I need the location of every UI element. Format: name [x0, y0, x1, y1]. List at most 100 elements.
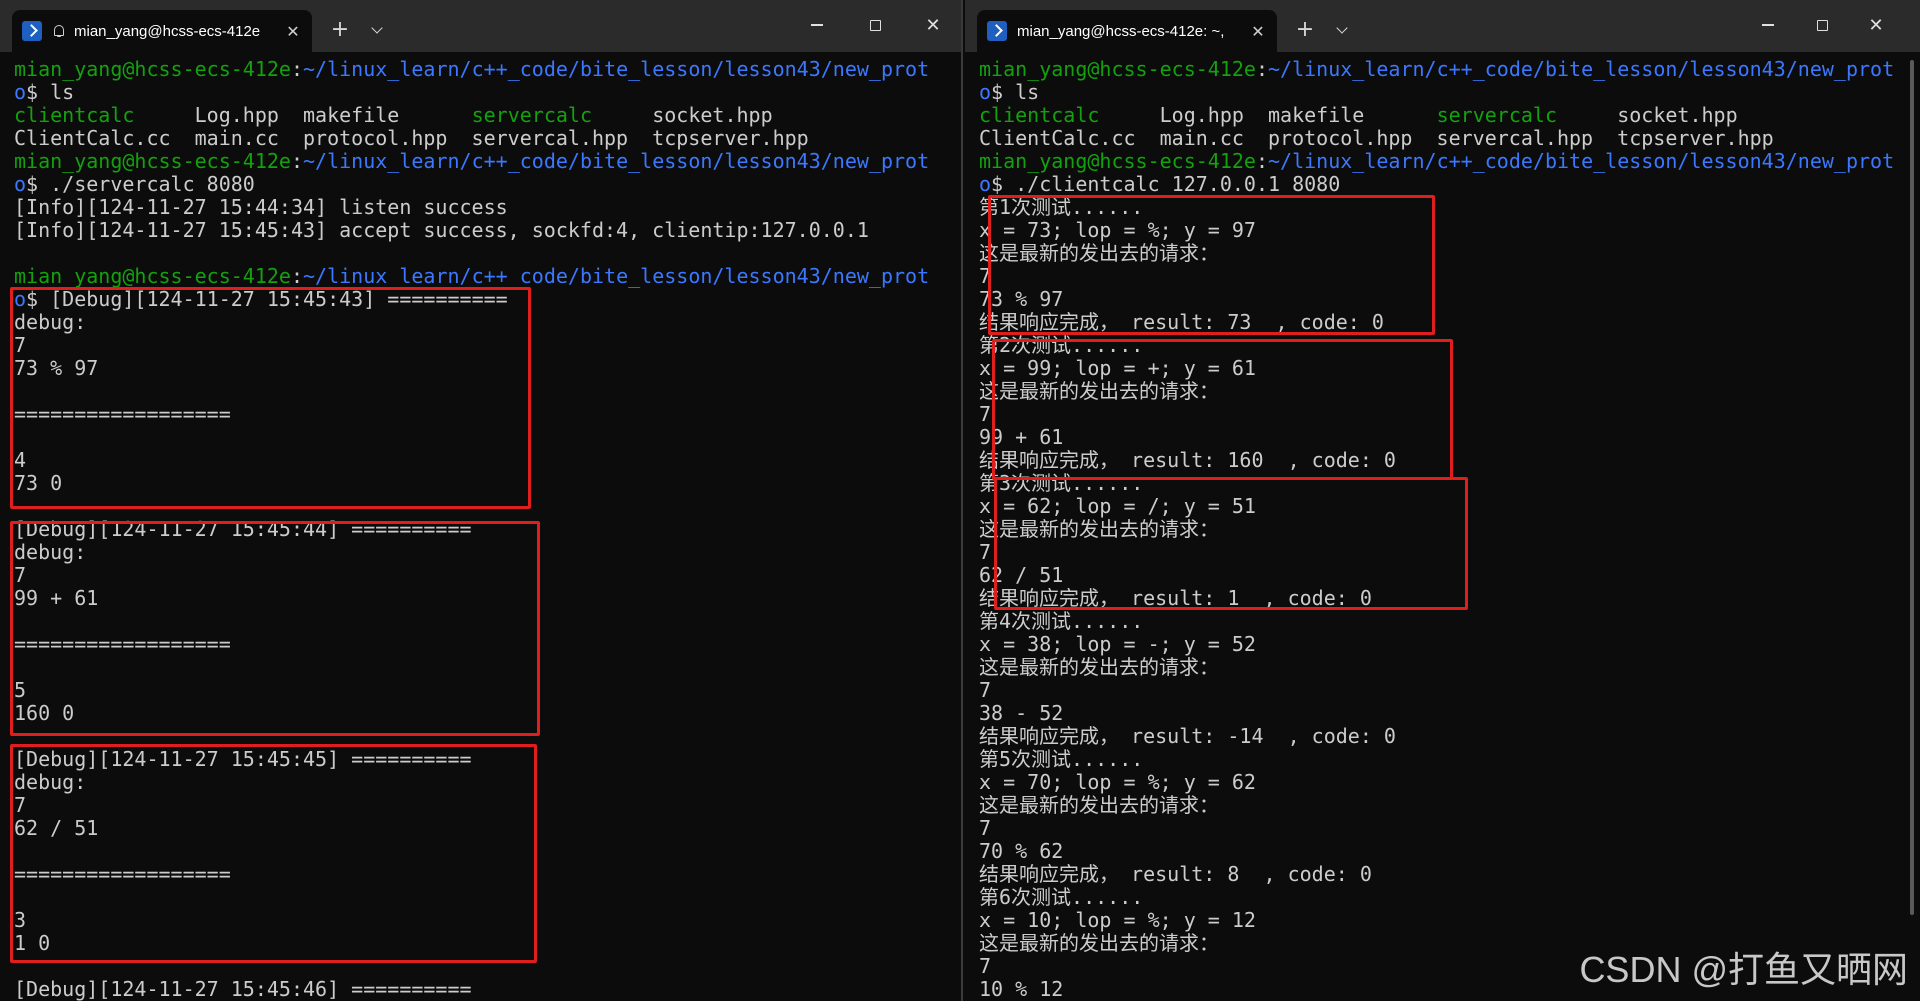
- terminal-text: 7: [979, 678, 992, 702]
- right-terminal-window: mian_yang@hcss-ecs-412e: ~, ✕ + ✕ mian_y…: [965, 0, 1920, 1001]
- bell-icon: [52, 24, 66, 38]
- terminal-line: 73 0: [14, 472, 929, 495]
- terminal-text: 7: [979, 264, 992, 288]
- terminal-line: 结果响应完成， result: 73 , code: 0: [979, 311, 1894, 334]
- terminal-text: 结果响应完成， result: 1 , code: 0: [979, 586, 1372, 610]
- terminal-line: ClientCalc.cc main.cc protocol.hpp serve…: [14, 127, 929, 150]
- terminal-line: 7: [979, 403, 1894, 426]
- terminal-line: x = 10; lop = %; y = 12: [979, 909, 1894, 932]
- terminal-text: socket.hpp: [592, 103, 773, 127]
- terminal-output[interactable]: mian_yang@hcss-ecs-412e:~/linux_learn/c+…: [14, 58, 929, 1001]
- terminal-text: debug:: [14, 310, 87, 334]
- terminal-line: [Info][124-11-27 15:45:43] accept succes…: [14, 219, 929, 242]
- scrollbar[interactable]: [1910, 60, 1914, 915]
- terminal-line: 第5次测试......: [979, 748, 1894, 771]
- terminal-line: 99 + 61: [979, 426, 1894, 449]
- terminal-line: 7: [14, 564, 929, 587]
- terminal-text: x = 99; lop = +; y = 61: [979, 356, 1256, 380]
- terminal-output[interactable]: mian_yang@hcss-ecs-412e:~/linux_learn/c+…: [979, 58, 1894, 1001]
- terminal-line: [Debug][124-11-27 15:45:45] ==========: [14, 748, 929, 771]
- terminal-line: x = 38; lop = -; y = 52: [979, 633, 1894, 656]
- terminal-text: 7: [979, 540, 992, 564]
- terminal-line: 结果响应完成， result: 160 , code: 0: [979, 449, 1894, 472]
- tab-close-icon[interactable]: ✕: [1249, 22, 1267, 41]
- terminal-line: o$ ls: [14, 81, 929, 104]
- terminal-text: 73 % 97: [979, 287, 1064, 311]
- terminal-text: $ [Debug][124-11-27 15:45:43] ==========: [26, 287, 508, 311]
- terminal-text: 结果响应完成， result: 73 , code: 0: [979, 310, 1384, 334]
- terminal-line: mian_yang@hcss-ecs-412e:~/linux_learn/c+…: [14, 265, 929, 288]
- terminal-text: mian_yang@hcss-ecs-412e: [979, 149, 1256, 173]
- tab-active[interactable]: mian_yang@hcss-ecs-412e: ~, ✕: [977, 10, 1277, 52]
- maximize-button[interactable]: [852, 8, 898, 42]
- terminal-text: o: [979, 80, 992, 104]
- terminal-text: 7: [979, 816, 992, 840]
- terminal-text: mian_yang@hcss-ecs-412e: [14, 57, 291, 81]
- terminal-text: 160 0: [14, 701, 75, 725]
- minimize-button[interactable]: [794, 8, 840, 42]
- terminal-text: 7: [979, 402, 992, 426]
- terminal-line: 73 % 97: [14, 357, 929, 380]
- terminal-line: 结果响应完成， result: 8 , code: 0: [979, 863, 1894, 886]
- terminal-text: 结果响应完成， result: -14 , code: 0: [979, 724, 1396, 748]
- terminal-text: x = 73; lop = %; y = 97: [979, 218, 1256, 242]
- terminal-text: ==================: [14, 862, 231, 886]
- terminal-line: x = 62; lop = /; y = 51: [979, 495, 1894, 518]
- close-button[interactable]: ✕: [1853, 8, 1899, 42]
- terminal-text: $ ls: [991, 80, 1040, 104]
- close-button[interactable]: ✕: [910, 8, 956, 42]
- csdn-watermark: CSDN @打鱼又晒网: [1579, 949, 1908, 990]
- terminal-line: 70 % 62: [979, 840, 1894, 863]
- terminal-text: 第3次测试......: [979, 471, 1144, 495]
- terminal-text: :: [1255, 57, 1268, 81]
- terminal-text: [Info][124-11-27 15:45:43] accept succes…: [14, 218, 869, 242]
- terminal-line: o$ ./servercalc 8080: [14, 173, 929, 196]
- terminal-line: 这是最新的发出去的请求：: [979, 380, 1894, 403]
- terminal-text: [Debug][124-11-27 15:45:46] ==========: [14, 977, 472, 1001]
- chevron-down-icon[interactable]: [1331, 16, 1355, 44]
- terminal-text: clientcalc: [14, 103, 135, 127]
- terminal-text: 1 0: [14, 931, 51, 955]
- terminal-line: mian_yang@hcss-ecs-412e:~/linux_learn/c+…: [14, 150, 929, 173]
- terminal-text: ~/linux_learn/c++_code/bite_lesson/lesso…: [303, 57, 930, 81]
- terminal-line: 这是最新的发出去的请求：: [979, 518, 1894, 541]
- tab-active[interactable]: mian_yang@hcss-ecs-412e ✕: [12, 10, 312, 52]
- terminal-line: x = 73; lop = %; y = 97: [979, 219, 1894, 242]
- terminal-text: 5: [14, 678, 27, 702]
- terminal-text: [Info][124-11-27 15:44:34] listen succes…: [14, 195, 508, 219]
- terminal-text: mian_yang@hcss-ecs-412e: [979, 57, 1256, 81]
- title-bar: mian_yang@hcss-ecs-412e: ~, ✕ + ✕: [965, 0, 1920, 52]
- terminal-text: :: [290, 264, 303, 288]
- terminal-text: ==================: [14, 402, 231, 426]
- terminal-text: 10 % 12: [979, 977, 1064, 1001]
- minimize-button[interactable]: [1745, 8, 1791, 42]
- terminal-line: 38 - 52: [979, 702, 1894, 725]
- terminal-text: o: [14, 172, 27, 196]
- minimize-icon: [811, 24, 823, 26]
- terminal-text: :: [290, 149, 303, 173]
- terminal-text: :: [290, 57, 303, 81]
- new-tab-button[interactable]: +: [326, 16, 354, 44]
- terminal-line: [Debug][124-11-27 15:45:46] ==========: [14, 978, 929, 1001]
- terminal-text: 73 0: [14, 471, 63, 495]
- terminal-line: 7: [14, 794, 929, 817]
- terminal-text: 4: [14, 448, 27, 472]
- terminal-line: ==================: [14, 403, 929, 426]
- terminal-text: Log.hpp makefile: [134, 103, 472, 127]
- terminal-text: 第4次测试......: [979, 609, 1144, 633]
- terminal-line: debug:: [14, 771, 929, 794]
- left-terminal-window: mian_yang@hcss-ecs-412e ✕ + ✕ mian_yang@…: [0, 0, 963, 1001]
- new-tab-button[interactable]: +: [1291, 16, 1319, 44]
- terminal-line: o$ ./clientcalc 127.0.0.1 8080: [979, 173, 1894, 196]
- terminal-line: 7: [14, 334, 929, 357]
- terminal-line: mian_yang@hcss-ecs-412e:~/linux_learn/c+…: [14, 58, 929, 81]
- terminal-line: 99 + 61: [14, 587, 929, 610]
- maximize-button[interactable]: [1799, 8, 1845, 42]
- chevron-down-icon[interactable]: [366, 16, 390, 44]
- tab-close-icon[interactable]: ✕: [284, 22, 302, 41]
- terminal-text: debug:: [14, 540, 87, 564]
- terminal-line: [Info][124-11-27 15:44:34] listen succes…: [14, 196, 929, 219]
- terminal-line: 1 0: [14, 932, 929, 955]
